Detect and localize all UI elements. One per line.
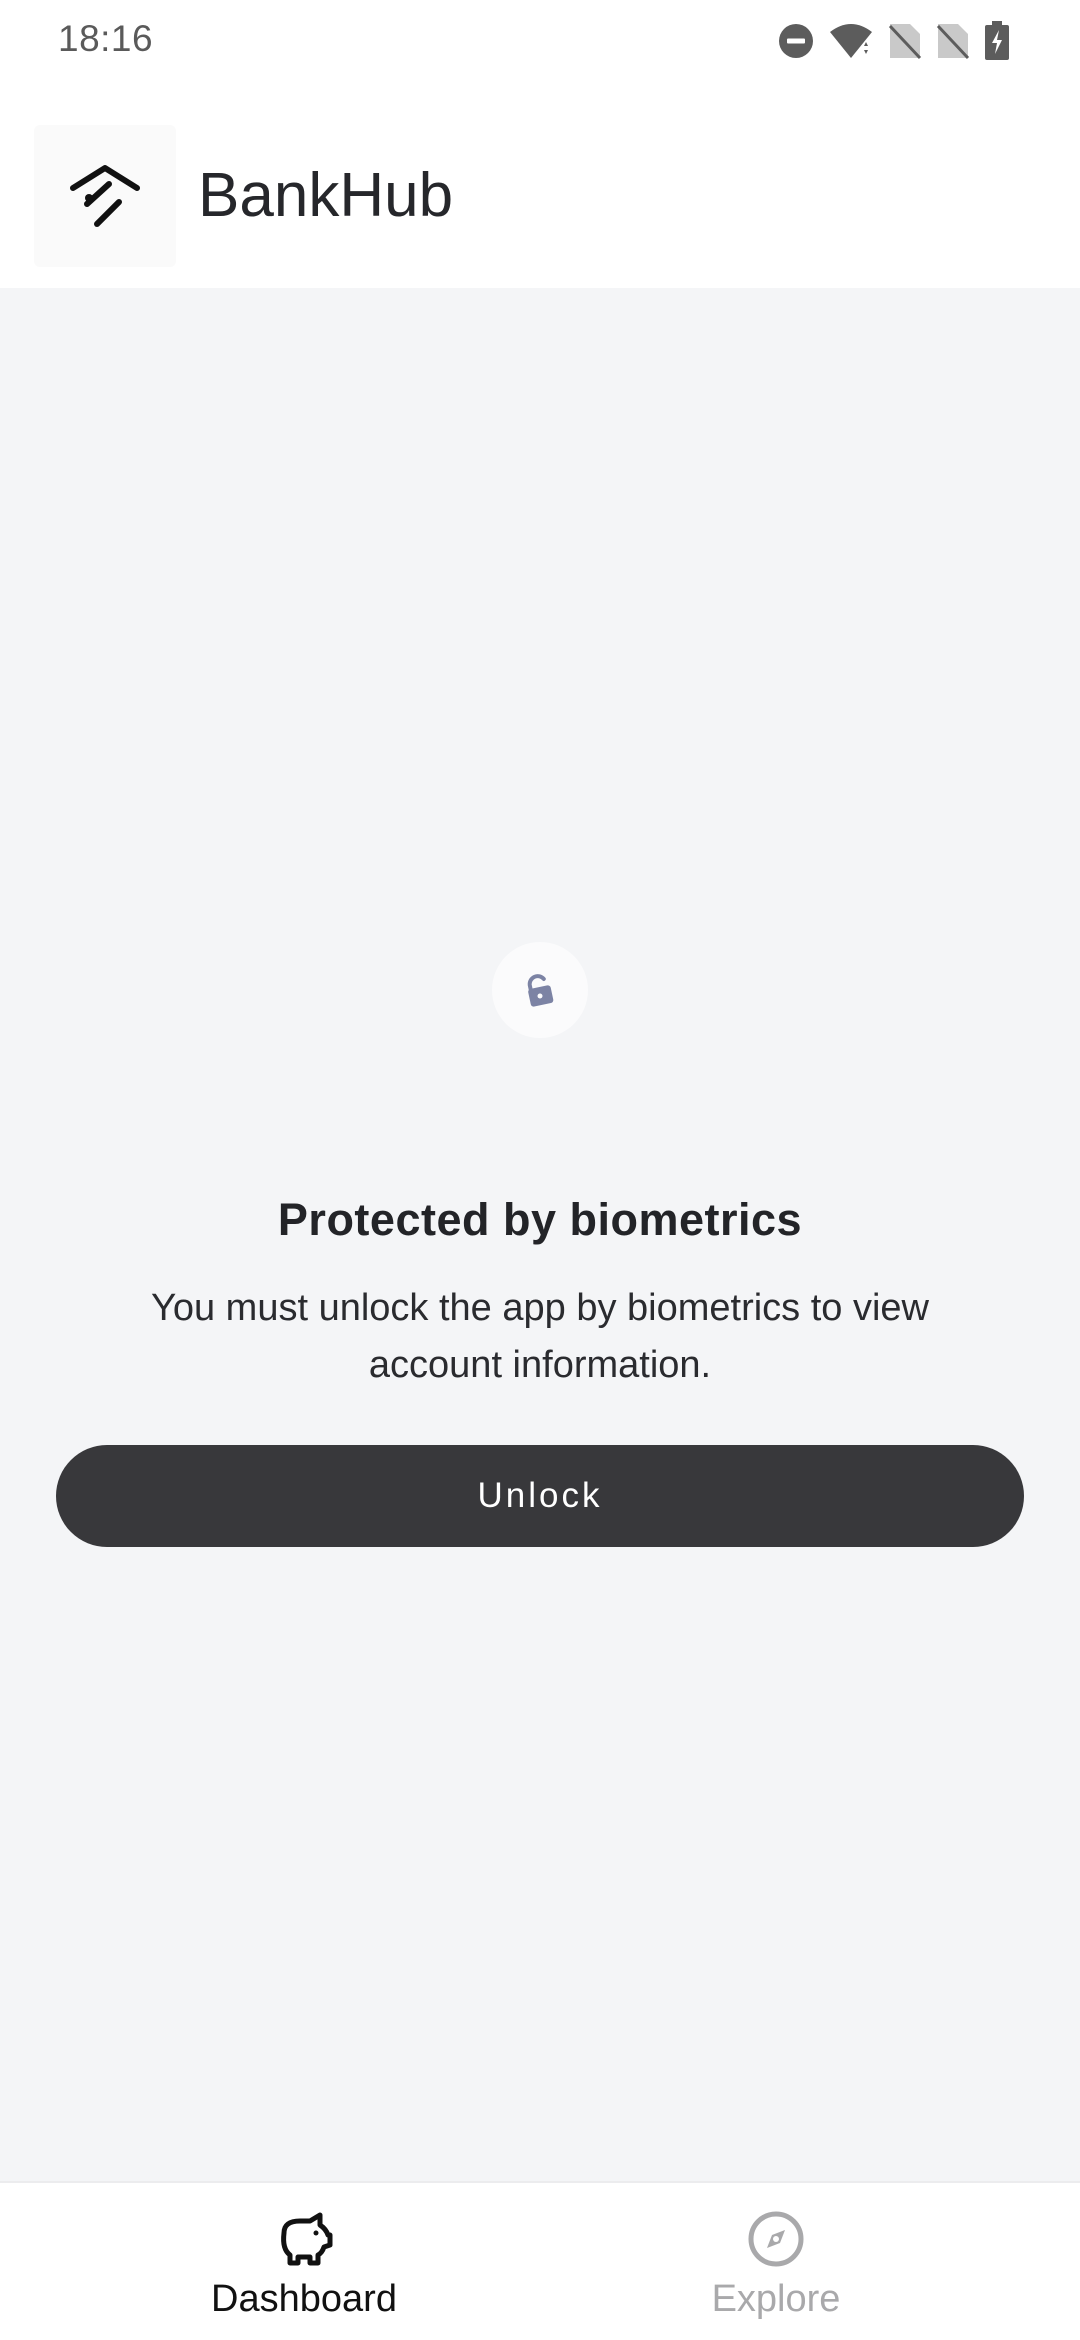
bottom-nav: Dashboard Explore (0, 2181, 1080, 2340)
nav-item-dashboard[interactable]: Dashboard (34, 2183, 574, 2340)
piggy-bank-icon (274, 2209, 334, 2269)
unlock-button[interactable]: Unlock (56, 1445, 1024, 1547)
screen: 18:16 BankHub Protected by biometrics Yo… (0, 0, 1080, 2340)
lock-open-icon (492, 942, 588, 1038)
lock-screen: Protected by biometrics You must unlock … (0, 288, 1080, 2181)
battery-charging-icon (984, 21, 1010, 61)
bankhub-logo-icon (34, 125, 176, 267)
lock-description: You must unlock the app by biometrics to… (151, 1287, 929, 1386)
wifi-icon (828, 22, 874, 60)
app-bar: BankHub (0, 80, 1080, 288)
status-icons (778, 20, 1010, 62)
no-sim-icon (888, 22, 922, 60)
compass-icon (746, 2209, 806, 2269)
nav-label-explore: Explore (711, 2278, 841, 2320)
nav-item-explore[interactable]: Explore (506, 2183, 1046, 2340)
no-sim-icon (936, 22, 970, 60)
nav-label-dashboard: Dashboard (211, 2278, 397, 2320)
lock-heading: Protected by biometrics (277, 1194, 803, 1245)
status-time: 18:16 (58, 18, 154, 59)
status-bar: 18:16 (0, 0, 1080, 80)
app-title: BankHub (198, 161, 454, 230)
do-not-disturb-icon (778, 23, 814, 59)
